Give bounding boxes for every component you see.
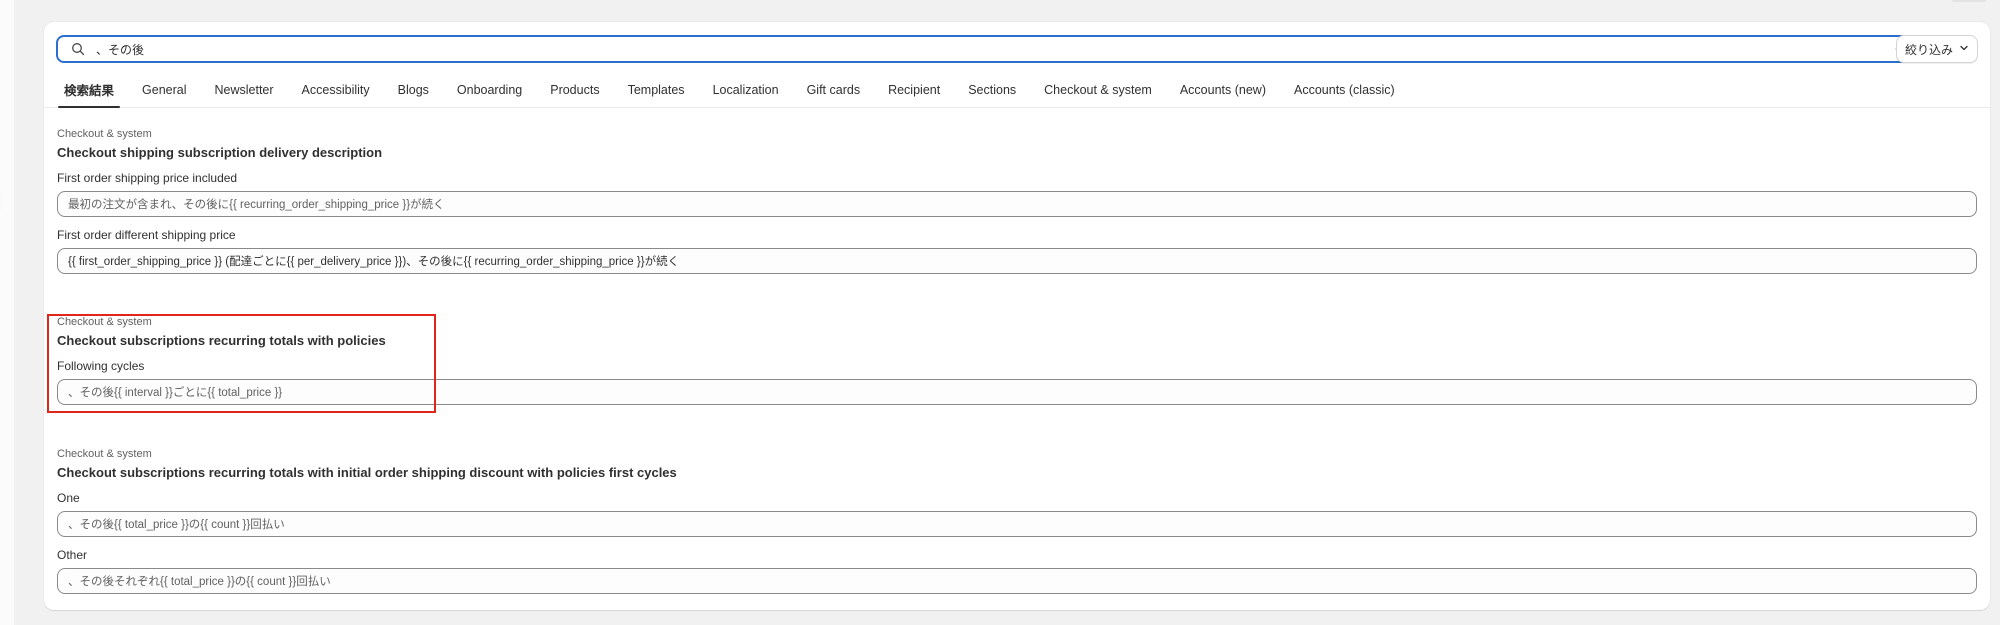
search-row: 絞り込み <box>56 35 1978 63</box>
field-value: {{ first_order_shipping_price }} (配達ごとに{… <box>68 256 680 268</box>
search-results-card: 絞り込み 検索結果 General Newsletter Accessibili… <box>44 22 1990 610</box>
field-label: First order different shipping price <box>57 228 236 242</box>
field-label: One <box>57 491 80 505</box>
result-group: Checkout & system Checkout shipping subs… <box>57 128 1977 248</box>
field-value: 最初の注文が含まれ、その後に{{ recurring_order_shippin… <box>68 199 445 211</box>
tab-label: Accessibility <box>301 82 370 97</box>
result-category: Checkout & system <box>57 316 152 328</box>
translation-field[interactable]: {{ first_order_shipping_price }} (配達ごとに{… <box>57 248 1977 274</box>
category-tabs: 検索結果 General Newsletter Accessibility Bl… <box>44 72 1990 108</box>
tab-gift-cards[interactable]: Gift cards <box>793 72 875 107</box>
result-title: Checkout subscriptions recurring totals … <box>57 465 677 480</box>
tab-label: Products <box>550 82 600 97</box>
tab-label: Onboarding <box>456 82 523 97</box>
field-label: First order shipping price included <box>57 171 238 185</box>
left-panel-edge <box>0 0 14 625</box>
result-group: Checkout & system Checkout subscriptions… <box>57 316 1977 406</box>
tab-label: Gift cards <box>806 82 861 97</box>
tab-label: Checkout & system <box>1044 82 1152 97</box>
filter-button-label: 絞り込み <box>1904 42 1953 57</box>
tab-accounts-new[interactable]: Accounts (new) <box>1166 72 1280 107</box>
tab-search-results[interactable]: 検索結果 <box>50 72 128 108</box>
translation-field[interactable]: 、その後{{ total_price }}の{{ count }}回払い <box>57 511 1977 537</box>
result-title: Checkout subscriptions recurring totals … <box>57 333 386 348</box>
tab-newsletter[interactable]: Newsletter <box>201 72 288 107</box>
search-icon <box>68 39 88 59</box>
chevron-down-icon <box>1959 42 1969 56</box>
tab-localization[interactable]: Localization <box>699 72 793 107</box>
tab-products[interactable]: Products <box>536 72 613 107</box>
tab-label: Localization <box>712 82 779 97</box>
result-group: Checkout & system Checkout subscriptions… <box>57 448 1977 598</box>
search-input[interactable] <box>88 37 1894 61</box>
tab-checkout-system[interactable]: Checkout & system <box>1030 72 1166 107</box>
tab-sections[interactable]: Sections <box>954 72 1030 107</box>
field-value: 、その後{{ interval }}ごとに{{ total_price }} <box>68 387 283 399</box>
filter-button[interactable]: 絞り込み <box>1896 35 1978 63</box>
top-edge-tab <box>1952 0 1986 2</box>
tab-blogs[interactable]: Blogs <box>384 72 443 107</box>
translation-field[interactable]: 、その後それぞれ{{ total_price }}の{{ count }}回払い <box>57 568 1977 594</box>
tab-accounts-classic[interactable]: Accounts (classic) <box>1280 72 1409 107</box>
result-group-field-row: {{ first_order_shipping_price }} (配達ごとに{… <box>57 248 1977 278</box>
tab-label: Recipient <box>888 82 941 97</box>
field-value: 、その後それぞれ{{ total_price }}の{{ count }}回払い <box>68 576 331 588</box>
tab-label: Blogs <box>397 82 429 97</box>
tab-label: Sections <box>968 82 1017 97</box>
tab-label: Accounts (classic) <box>1294 82 1395 97</box>
tab-accessibility[interactable]: Accessibility <box>288 72 384 107</box>
tab-label: Accounts (new) <box>1179 82 1266 97</box>
result-category: Checkout & system <box>57 448 152 460</box>
tab-general[interactable]: General <box>128 72 200 107</box>
result-title: Checkout shipping subscription delivery … <box>57 145 383 160</box>
field-label: Other <box>57 548 88 562</box>
tab-templates[interactable]: Templates <box>614 72 699 107</box>
translation-field[interactable]: 最初の注文が含まれ、その後に{{ recurring_order_shippin… <box>57 191 1977 217</box>
tab-label: 検索結果 <box>64 84 115 98</box>
search-box[interactable] <box>56 35 1924 63</box>
tab-label: Templates <box>627 82 685 97</box>
side-handle[interactable] <box>0 192 3 212</box>
tab-label: General <box>142 82 187 97</box>
tab-label: Newsletter <box>214 82 274 97</box>
tab-onboarding[interactable]: Onboarding <box>443 72 536 107</box>
field-label: Following cycles <box>57 359 145 373</box>
field-value: 、その後{{ total_price }}の{{ count }}回払い <box>68 519 285 531</box>
translation-field[interactable]: 、その後{{ interval }}ごとに{{ total_price }} <box>57 379 1977 405</box>
tab-recipient[interactable]: Recipient <box>874 72 954 107</box>
result-category: Checkout & system <box>57 128 152 140</box>
